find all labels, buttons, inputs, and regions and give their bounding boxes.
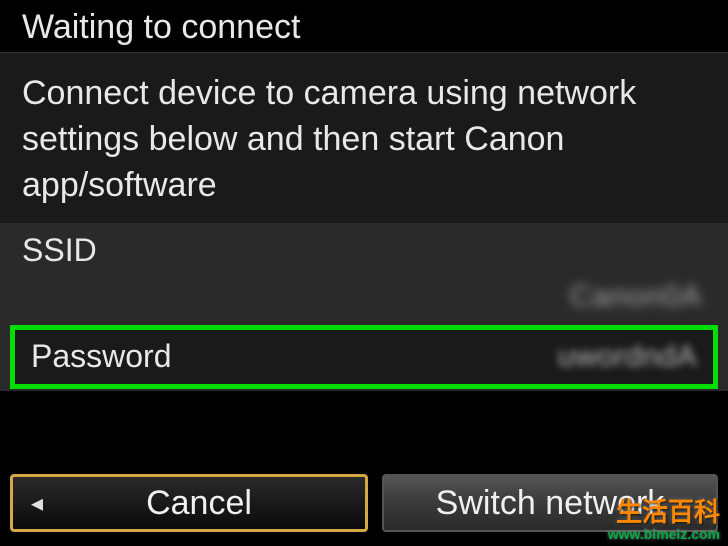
password-row-highlighted: Password uwordndA xyxy=(10,325,718,389)
back-chevron-icon: ◂ xyxy=(31,489,43,518)
network-settings: SSID Canon0A Password uwordndA xyxy=(0,223,728,391)
title-bar: Waiting to connect xyxy=(0,0,728,52)
spacer xyxy=(0,391,728,468)
cancel-button-label: Cancel xyxy=(146,484,252,523)
watermark-url: www.bimeiz.com xyxy=(608,527,720,542)
ssid-value-row: Canon0A xyxy=(0,275,728,325)
cancel-button[interactable]: ◂ Cancel xyxy=(10,474,368,532)
watermark: 生活百科 www.bimeiz.com xyxy=(608,498,720,542)
password-value: uwordndA xyxy=(558,340,697,374)
page-title: Waiting to connect xyxy=(22,8,300,47)
password-label: Password xyxy=(31,338,172,375)
camera-wifi-screen: Waiting to connect Connect device to cam… xyxy=(0,0,728,546)
instruction-text: Connect device to camera using network s… xyxy=(22,71,706,209)
ssid-row: SSID xyxy=(0,223,728,275)
instruction-panel: Connect device to camera using network s… xyxy=(0,52,728,223)
ssid-value: Canon0A xyxy=(570,280,702,314)
watermark-title: 生活百科 xyxy=(608,498,720,527)
ssid-label: SSID xyxy=(22,232,97,269)
